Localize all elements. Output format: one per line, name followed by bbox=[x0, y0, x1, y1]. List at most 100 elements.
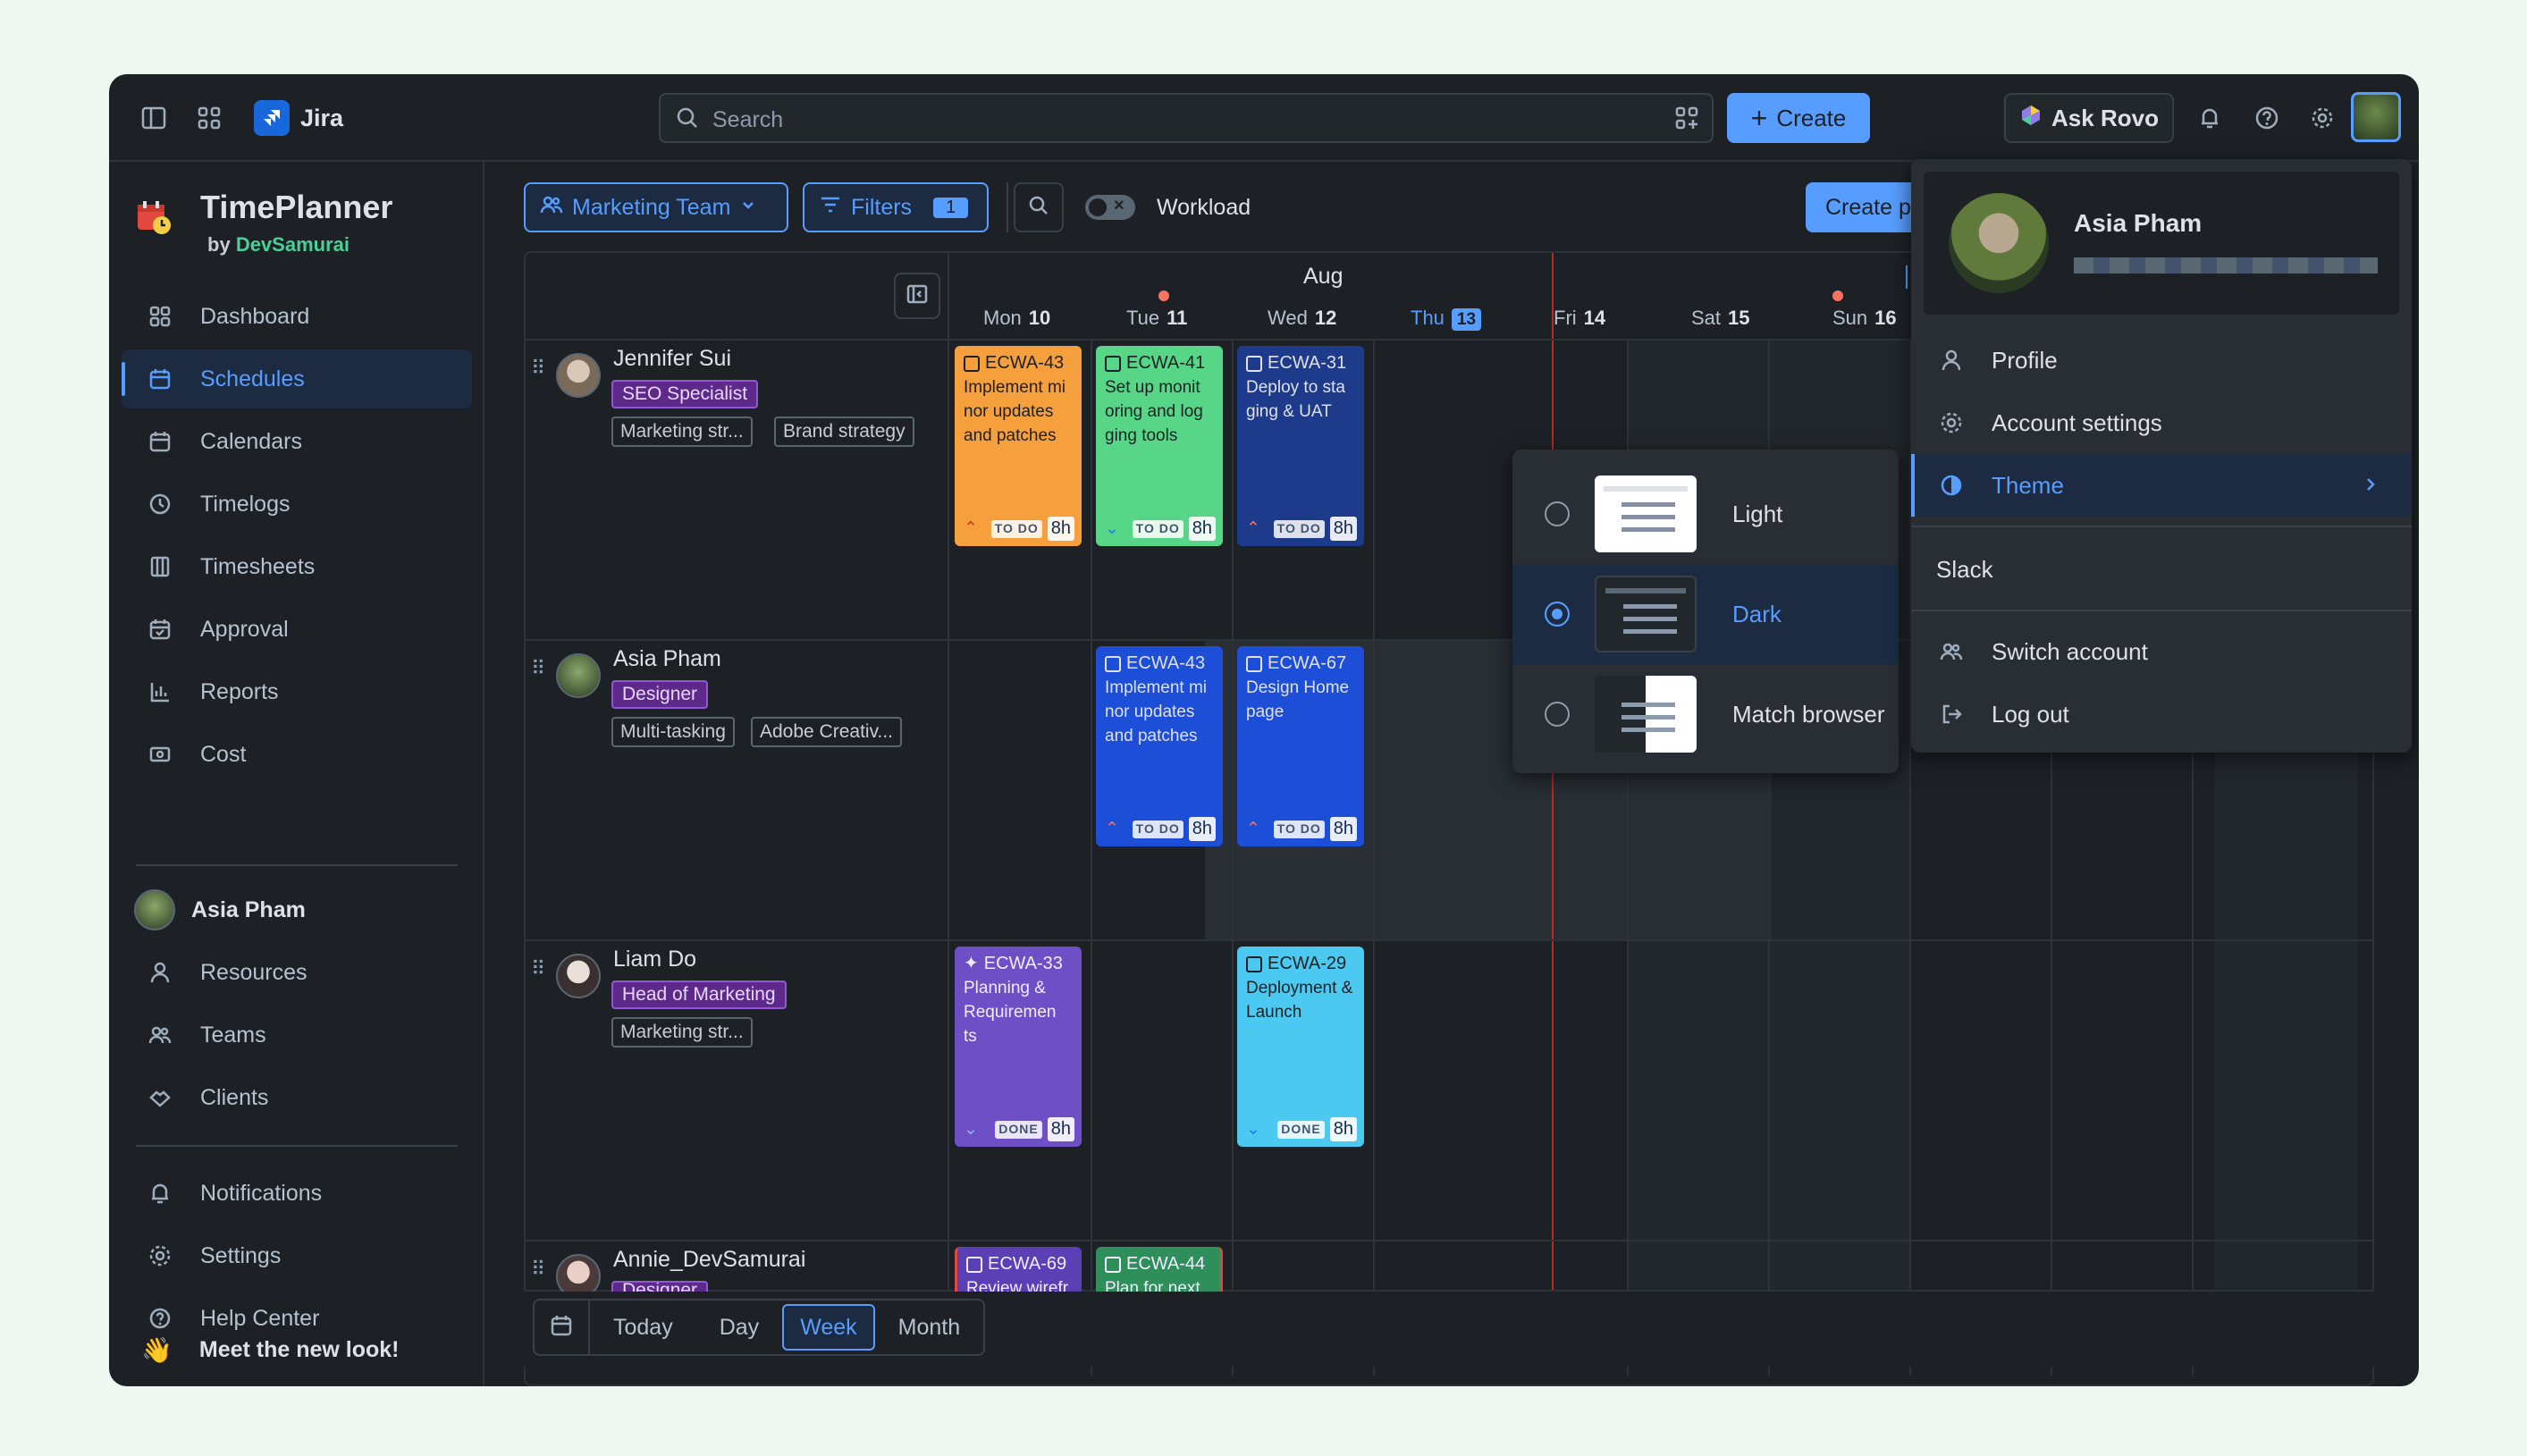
theme-option-match-browser[interactable]: Match browser bbox=[1512, 664, 1899, 764]
preview-line bbox=[1621, 527, 1675, 532]
grid-row-line bbox=[526, 1240, 2372, 1241]
radio-button-selected[interactable] bbox=[1545, 602, 1570, 627]
sidebar-item-teams[interactable]: Teams bbox=[122, 1006, 472, 1065]
filter-grid-icon[interactable] bbox=[1674, 105, 1699, 130]
calendar-icon bbox=[147, 428, 173, 455]
theme-option-light[interactable]: Light bbox=[1512, 464, 1899, 564]
hours-badge: 8h bbox=[1329, 817, 1357, 841]
avatar bbox=[556, 653, 601, 698]
week-view-button[interactable]: Week bbox=[782, 1304, 875, 1351]
theme-option-dark[interactable]: Dark bbox=[1512, 564, 1899, 664]
search-icon bbox=[1027, 194, 1050, 222]
preview-line bbox=[1621, 515, 1675, 519]
profile-menu-item[interactable]: Profile bbox=[1911, 329, 2412, 391]
avatar bbox=[556, 353, 601, 398]
jira-logo-icon[interactable] bbox=[254, 100, 290, 136]
drag-handle-icon[interactable]: ⠿ bbox=[531, 657, 545, 680]
person-name[interactable]: Liam Do bbox=[613, 947, 696, 972]
log-out-menu-item[interactable]: Log out bbox=[1911, 683, 2412, 745]
sidebar-item-clients[interactable]: Clients bbox=[122, 1068, 472, 1127]
task-card[interactable]: ECWA-29 Deployment & Launch ⌄ DONE 8h bbox=[1237, 947, 1364, 1147]
day-header-thu[interactable]: Thu 13 bbox=[1411, 307, 1482, 331]
preview-line bbox=[1621, 728, 1675, 732]
task-card[interactable]: ECWA-67 Design Home page ⌃ TO DO 8h bbox=[1237, 646, 1364, 846]
sidebar-item-resources[interactable]: Resources bbox=[122, 943, 472, 1002]
day-header-sat[interactable]: Sat 15 bbox=[1691, 307, 1750, 330]
day-header-fri[interactable]: Fri 14 bbox=[1554, 307, 1605, 330]
day-header-sun[interactable]: Sun 16 bbox=[1832, 307, 1897, 330]
app-switcher-icon[interactable] bbox=[191, 100, 227, 136]
drag-handle-icon[interactable]: ⠿ bbox=[531, 1258, 545, 1281]
task-card[interactable]: ECWA-41 Set up monit oring and log ging … bbox=[1096, 346, 1223, 546]
ask-rovo-label: Ask Rovo bbox=[2051, 104, 2159, 131]
calendar-picker-button[interactable] bbox=[535, 1300, 590, 1354]
priority-low-icon: ⌄ bbox=[1105, 519, 1119, 538]
radio-button[interactable] bbox=[1545, 702, 1570, 727]
day-header-tue[interactable]: Tue 11 bbox=[1126, 307, 1187, 330]
priority-high-icon: ⌃ bbox=[1246, 519, 1260, 538]
task-card[interactable]: ECWA-43 Implement mi nor updates and pat… bbox=[955, 346, 1082, 546]
sidebar-item-timesheets[interactable]: Timesheets bbox=[122, 537, 472, 596]
search-button[interactable] bbox=[1014, 182, 1064, 232]
account-settings-menu-item[interactable]: Account settings bbox=[1911, 391, 2412, 454]
sidebar-user-name: Asia Pham bbox=[191, 896, 306, 922]
workload-toggle[interactable]: × bbox=[1085, 195, 1135, 220]
day-number: 15 bbox=[1728, 307, 1750, 329]
drag-handle-icon[interactable]: ⠿ bbox=[531, 957, 545, 980]
preview-line bbox=[1621, 715, 1675, 720]
theme-menu-item[interactable]: Theme bbox=[1911, 454, 2412, 517]
toolbar-divider bbox=[1007, 182, 1008, 232]
preview-line bbox=[1604, 486, 1688, 492]
sidebar-item-label: Reports bbox=[200, 678, 279, 704]
drag-handle-icon[interactable]: ⠿ bbox=[531, 357, 545, 380]
status-badge: TO DO bbox=[1132, 820, 1183, 838]
team-selector[interactable]: Marketing Team bbox=[524, 182, 788, 232]
create-button[interactable]: + Create bbox=[1727, 93, 1870, 143]
sidebar-item-schedules[interactable]: Schedules bbox=[122, 349, 472, 408]
day-number: 14 bbox=[1583, 307, 1606, 329]
grid-icon bbox=[147, 303, 173, 330]
day-view-button[interactable]: Day bbox=[696, 1315, 782, 1341]
task-card[interactable]: ✦ ECWA-33 Planning & Requiremen ts ⌄ DONE 8… bbox=[955, 947, 1082, 1147]
sidebar-user[interactable]: Asia Pham bbox=[122, 880, 472, 939]
people-icon bbox=[147, 1022, 173, 1048]
sidebar-item-reports[interactable]: Reports bbox=[122, 662, 472, 721]
collapse-panel-button[interactable] bbox=[894, 273, 940, 319]
waving-hand-icon: 👋 bbox=[141, 1336, 173, 1364]
switch-account-menu-item[interactable]: Switch account bbox=[1911, 620, 2412, 683]
sidebar-item-cost[interactable]: Cost bbox=[122, 725, 472, 784]
help-icon[interactable] bbox=[2249, 100, 2285, 136]
person-name[interactable]: Jennifer Sui bbox=[613, 346, 731, 372]
task-card[interactable]: ECWA-31 Deploy to sta ging & UAT ⌃ TO DO 8… bbox=[1237, 346, 1364, 546]
sidebar-item-timelogs[interactable]: Timelogs bbox=[122, 475, 472, 534]
search-input[interactable]: Search bbox=[659, 93, 1714, 143]
filters-button[interactable]: Filters 1 bbox=[803, 182, 989, 232]
gear-icon bbox=[1938, 409, 1965, 436]
day-header-wed[interactable]: Wed 12 bbox=[1268, 307, 1336, 330]
timeplanner-logo-icon bbox=[134, 198, 173, 237]
task-id: ECWA-33 bbox=[983, 954, 1063, 973]
sidebar-toggle-icon[interactable] bbox=[136, 100, 172, 136]
promo-banner[interactable]: 👋 Meet the new look! bbox=[141, 1335, 400, 1365]
user-avatar-button[interactable] bbox=[2351, 92, 2401, 142]
sidebar-item-dashboard[interactable]: Dashboard bbox=[122, 287, 472, 346]
today-button[interactable]: Today bbox=[590, 1315, 696, 1341]
sidebar-item-notifications[interactable]: Notifications bbox=[122, 1164, 472, 1223]
slack-menu-item[interactable]: Slack bbox=[1911, 538, 2412, 601]
settings-gear-icon[interactable] bbox=[2304, 100, 2340, 136]
view-switcher: Today Day Week Month bbox=[533, 1299, 986, 1356]
radio-button[interactable] bbox=[1545, 501, 1570, 526]
person-name[interactable]: Asia Pham bbox=[613, 646, 721, 672]
person-name[interactable]: Annie_DevSamurai bbox=[613, 1247, 805, 1273]
theme-submenu: Light Dark Match browser bbox=[1512, 450, 1899, 773]
notifications-bell-icon[interactable] bbox=[2192, 100, 2228, 136]
ask-rovo-button[interactable]: Ask Rovo bbox=[2004, 93, 2174, 143]
sidebar-item-approval[interactable]: Approval bbox=[122, 600, 472, 659]
sidebar-item-settings[interactable]: Settings bbox=[122, 1226, 472, 1285]
money-icon bbox=[147, 741, 173, 768]
day-header-mon[interactable]: Mon 10 bbox=[983, 307, 1050, 330]
sidebar-item-calendars[interactable]: Calendars bbox=[122, 412, 472, 471]
app-name[interactable]: Jira bbox=[300, 105, 343, 132]
task-card[interactable]: ECWA-43 Implement mi nor updates and pat… bbox=[1096, 646, 1223, 846]
month-view-button[interactable]: Month bbox=[875, 1315, 983, 1341]
